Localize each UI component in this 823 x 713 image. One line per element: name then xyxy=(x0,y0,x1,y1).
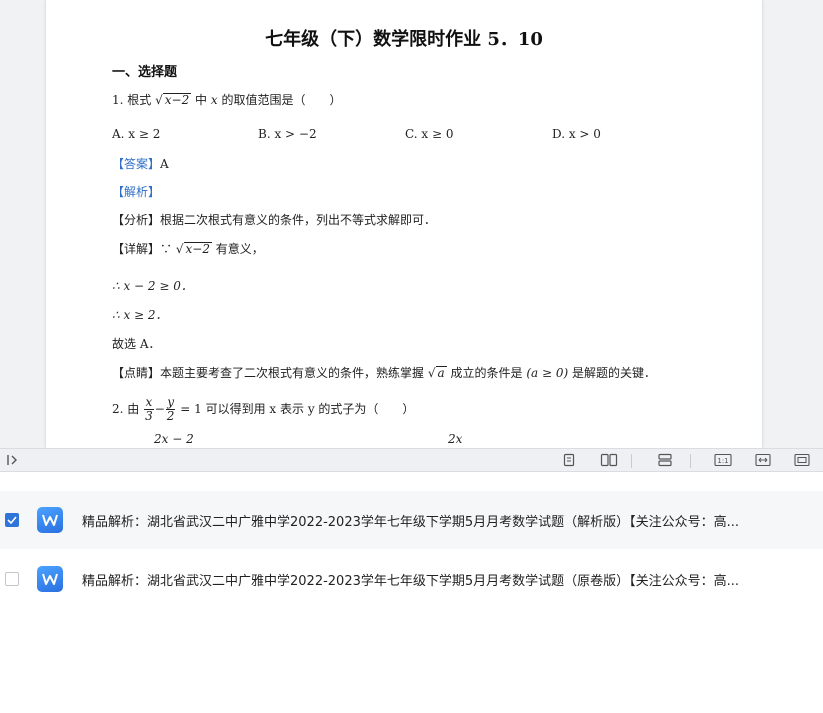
comment-sqrt: √ a xyxy=(427,366,447,380)
word-doc-icon xyxy=(37,507,63,533)
actual-size-label: 1:1 xyxy=(717,457,728,465)
q1-radicand: x−2 xyxy=(162,93,192,107)
fit-width-icon[interactable] xyxy=(754,452,772,468)
q1-var: x xyxy=(210,93,218,107)
single-page-icon[interactable] xyxy=(560,452,578,468)
viewer-toolbar: 1:1 xyxy=(0,448,823,472)
q2-fraction-2: y2 xyxy=(165,395,176,424)
question-2: 2. 由 x 3− y 2 = 1 可以得到用 x 表示 y 的式子为（ ） xyxy=(112,395,415,424)
file-list-item[interactable]: 精品解析：湖北省武汉二中广雅中学2022-2023学年七年级下学期5月月考数学试… xyxy=(0,550,823,608)
q1-option-b: B. x > −2 xyxy=(258,127,317,141)
word-doc-icon xyxy=(37,566,63,592)
q1-option-d: D. x > 0 xyxy=(552,127,601,141)
q1-choose: 故选 A． xyxy=(112,337,161,351)
q1-detail: 【详解】∵ √ x−2 有意义， xyxy=(112,240,264,257)
q1-option-a: A. x ≥ 2 xyxy=(112,127,161,141)
q1-suffix: 的取值范围是（ ） xyxy=(221,93,342,107)
q2-partial-a: 2x − 2 xyxy=(154,432,194,446)
q2-f1-den: 3 xyxy=(145,409,153,424)
actual-size-icon[interactable]: 1:1 xyxy=(713,452,733,468)
q2-f2-num: y xyxy=(165,395,176,411)
file-checkbox-unchecked[interactable] xyxy=(5,572,19,586)
q1-step-1: ∴ x − 2 ≥ 0． xyxy=(112,279,193,293)
document-page: 七年级（下）数学限时作业 5．10 一、选择题 1. 根式 √ x−2 中 x 的… xyxy=(46,0,762,448)
q1-prefix: 1. 根式 xyxy=(112,93,152,107)
fit-page-icon[interactable] xyxy=(793,452,811,468)
q2-fraction-1: x3 xyxy=(144,395,154,424)
file-checkbox-checked[interactable] xyxy=(5,513,19,527)
q2-suffix: 可以得到用 x 表示 y 的式子为（ ） xyxy=(205,402,415,417)
q1-fenxi: 【分析】根据二次根式有意义的条件，列出不等式求解即可． xyxy=(112,213,437,227)
comment-suffix: 是解题的关键． xyxy=(572,366,657,380)
detail-sqrt: √ x−2 xyxy=(175,242,212,256)
q2-partial-b: 2x xyxy=(448,432,463,446)
toolbar-separator xyxy=(690,454,691,468)
q1-sqrt: √ x−2 xyxy=(155,93,192,107)
toolbar-separator xyxy=(631,454,632,468)
document-preview[interactable]: 七年级（下）数学限时作业 5．10 一、选择题 1. 根式 √ x−2 中 x 的… xyxy=(0,0,823,448)
q1-step-2: ∴ x ≥ 2． xyxy=(112,308,168,322)
comment-prefix: 【点睛】本题主要考查了二次根式有意义的条件，熟练掌握 xyxy=(112,366,425,380)
q1-comment: 【点睛】本题主要考查了二次根式有意义的条件，熟练掌握 √ a 成立的条件是 (a … xyxy=(112,364,656,381)
comment-cond: (a ≥ 0) xyxy=(526,366,569,380)
q2-equals: = 1 xyxy=(180,402,202,417)
file-list-item[interactable]: 精品解析：湖北省武汉二中广雅中学2022-2023学年七年级下学期5月月考数学试… xyxy=(0,491,823,549)
file-name[interactable]: 精品解析：湖北省武汉二中广雅中学2022-2023学年七年级下学期5月月考数学试… xyxy=(82,511,794,530)
checkmark-icon xyxy=(7,516,17,524)
file-name[interactable]: 精品解析：湖北省武汉二中广雅中学2022-2023学年七年级下学期5月月考数学试… xyxy=(82,570,794,589)
section-heading: 一、选择题 xyxy=(112,65,178,80)
q2-minus: − xyxy=(154,402,165,417)
detail-radicand: x−2 xyxy=(183,242,212,256)
q1-answer: 【答案】A xyxy=(112,155,169,172)
answer-value: A xyxy=(160,157,169,171)
collapse-panel-icon[interactable] xyxy=(4,452,22,468)
q2-f2-den: 2 xyxy=(166,409,175,424)
analysis-label: 【解析】 xyxy=(112,185,161,199)
question-1: 1. 根式 √ x−2 中 x 的取值范围是（ ） xyxy=(112,91,342,108)
q1-mid: 中 xyxy=(195,93,208,107)
answer-label: 【答案】 xyxy=(112,157,161,171)
document-title: 七年级（下）数学限时作业 5．10 xyxy=(265,29,543,50)
comment-mid: 成立的条件是 xyxy=(450,366,523,380)
scroll-page-icon[interactable] xyxy=(656,452,674,468)
detail-suffix: 有意义， xyxy=(215,242,264,256)
q2-f1-num: x xyxy=(144,395,154,411)
q1-option-c: C. x ≥ 0 xyxy=(405,127,454,141)
comment-radicand: a xyxy=(435,366,447,380)
q2-prefix: 2. 由 xyxy=(112,402,140,417)
detail-prefix: 【详解】∵ xyxy=(112,242,173,256)
two-page-icon[interactable] xyxy=(598,452,620,468)
